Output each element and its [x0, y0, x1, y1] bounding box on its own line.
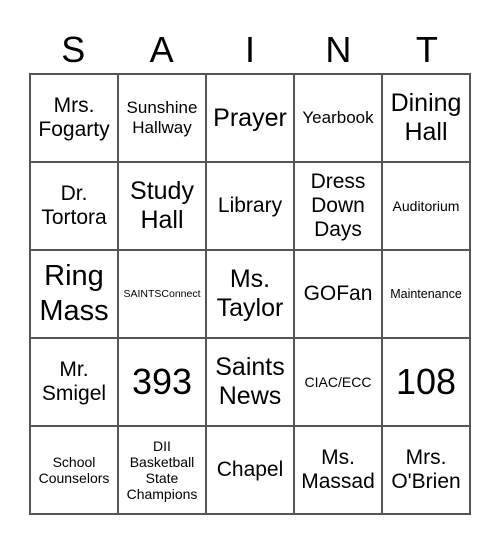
bingo-cell[interactable]: Library [206, 162, 294, 250]
bingo-cell[interactable]: Mrs. O'Brien [382, 426, 470, 514]
bingo-cell[interactable]: 108 [382, 338, 470, 426]
bingo-cell[interactable]: CIAC/ECC [294, 338, 382, 426]
bingo-cell[interactable]: Auditorium [382, 162, 470, 250]
bingo-cell[interactable]: Dr. Tortora [30, 162, 118, 250]
bingo-cell[interactable]: Dress Down Days [294, 162, 382, 250]
header-letter-s: S [61, 29, 86, 70]
bingo-cell[interactable]: Mrs. Fogarty [30, 74, 118, 162]
bingo-cell[interactable]: School Counselors [30, 426, 118, 514]
header-letter-n: N [325, 29, 352, 70]
bingo-cell[interactable]: Ring Mass [30, 250, 118, 338]
header-letter-t: T [415, 29, 438, 70]
header-letter-a: A [149, 29, 174, 70]
bingo-cell[interactable]: Dining Hall [382, 74, 470, 162]
bingo-cell[interactable]: Study Hall [118, 162, 206, 250]
bingo-cell[interactable]: Prayer [206, 74, 294, 162]
bingo-cell[interactable]: 393 [118, 338, 206, 426]
bingo-cell[interactable]: Ms. Massad [294, 426, 382, 514]
bingo-cell[interactable]: Maintenance [382, 250, 470, 338]
bingo-header: S A I N T [29, 28, 471, 72]
bingo-cell[interactable]: DII Basketball State Champions [118, 426, 206, 514]
bingo-cell[interactable]: Chapel [206, 426, 294, 514]
header-letter-i: I [245, 29, 256, 70]
bingo-board: Mrs. Fogarty Sunshine Hallway Prayer Yea… [29, 73, 471, 515]
bingo-cell[interactable]: SAINTSConnect [118, 250, 206, 338]
bingo-cell[interactable]: Mr. Smigel [30, 338, 118, 426]
bingo-cell[interactable]: Saints News [206, 338, 294, 426]
bingo-cell[interactable]: Ms. Taylor [206, 250, 294, 338]
bingo-cell[interactable]: Yearbook [294, 74, 382, 162]
bingo-cell[interactable]: GOFan [294, 250, 382, 338]
bingo-cell[interactable]: Sunshine Hallway [118, 74, 206, 162]
